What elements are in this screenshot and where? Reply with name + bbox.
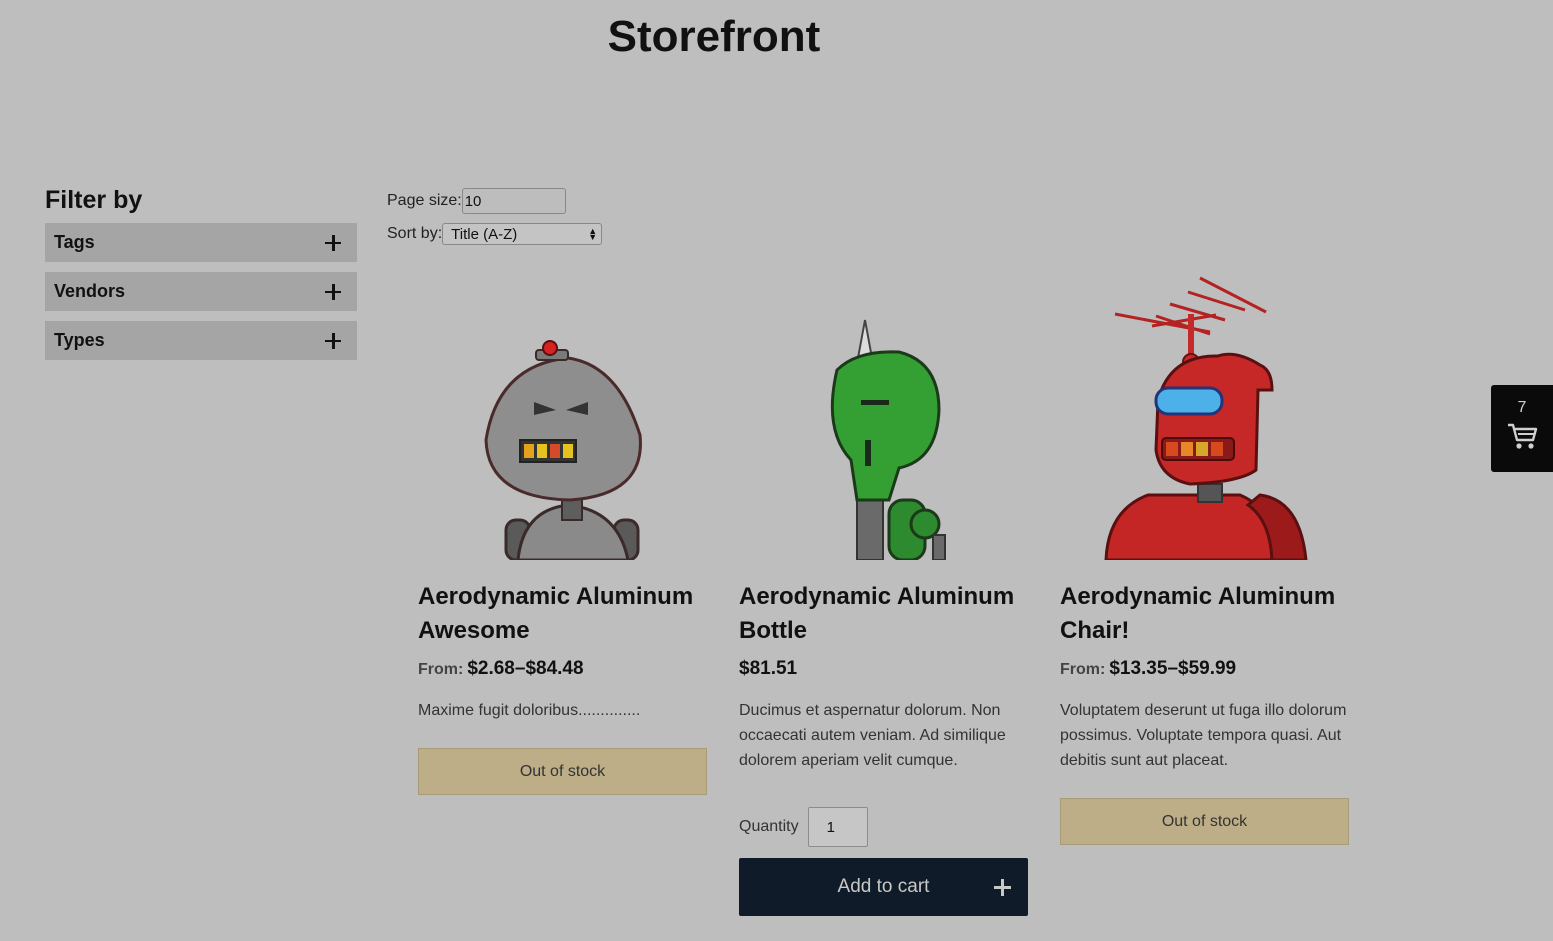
product-price: $81.51 — [739, 658, 1029, 680]
updown-arrows-icon: ▲ ▼ — [588, 226, 598, 242]
cart-icon — [1506, 421, 1538, 456]
product-card: Aerodynamic Aluminum Bottle $81.51 Ducim… — [739, 270, 1029, 916]
filter-sidebar: Filter by Tags Vendors Types — [45, 186, 357, 370]
filter-label: Types — [54, 330, 105, 350]
plus-icon — [994, 879, 1011, 896]
plus-icon — [325, 332, 341, 349]
sort-selected-value: Title (A-Z) — [451, 225, 518, 243]
page-title: Storefront — [607, 12, 821, 61]
page-size-row: Page size: — [387, 188, 602, 214]
quantity-input[interactable] — [807, 807, 868, 847]
filter-label: Vendors — [54, 281, 126, 301]
plus-icon — [325, 283, 341, 300]
plus-icon — [325, 234, 341, 251]
product-price: From: $13.35–$59.99 — [1060, 658, 1350, 680]
out-of-stock-button[interactable]: Out of stock — [418, 748, 707, 795]
red-robot-illustration — [1104, 276, 1308, 560]
product-description: Voluptatem deserunt ut fuga illo dolorum… — [1060, 702, 1347, 769]
product-card: Aerodynamic Aluminum Chair! From: $13.35–… — [1060, 270, 1350, 845]
sort-row: Sort by: Title (A-Z) ▲ ▼ — [387, 221, 603, 247]
price-prefix: From: — [1060, 661, 1106, 678]
page-size-input[interactable] — [461, 188, 566, 214]
page-size-label: Page size: — [387, 192, 462, 209]
product-price: From: $2.68–$84.48 — [418, 658, 708, 680]
product-image-red-robot[interactable] — [1060, 270, 1350, 560]
sort-select[interactable]: Title (A-Z) ▲ ▼ — [442, 223, 603, 245]
product-image-green-robot[interactable] — [739, 270, 1029, 560]
product-title[interactable]: Aerodynamic Aluminum Bottle — [739, 580, 1029, 648]
price-value: $2.68–$84.48 — [467, 658, 584, 679]
filter-group-vendors[interactable]: Vendors — [45, 272, 357, 311]
cart-count-badge: 7 — [1517, 399, 1527, 416]
filter-group-types[interactable]: Types — [45, 321, 357, 360]
filter-group-tags[interactable]: Tags — [45, 223, 357, 262]
price-value: $13.35–$59.99 — [1109, 658, 1237, 679]
product-description: Maxime fugit doloribus.............. — [418, 702, 641, 719]
sort-label: Sort by: — [387, 225, 443, 242]
add-to-cart-button[interactable]: Add to cart — [739, 858, 1028, 916]
cart-widget[interactable]: 7 — [1491, 385, 1553, 472]
filter-heading: Filter by — [45, 186, 143, 214]
quantity-row: Quantity — [739, 807, 1029, 847]
quantity-label: Quantity — [739, 818, 799, 835]
filter-label: Tags — [54, 232, 95, 252]
product-title[interactable]: Aerodynamic Aluminum Chair! — [1060, 580, 1350, 648]
product-card: Aerodynamic Aluminum Awesome From: $2.68–… — [418, 270, 708, 795]
gray-robot-illustration — [484, 340, 642, 560]
listing-controls: Page size: Sort by: Title (A-Z) ▲▼ — [387, 188, 603, 254]
out-of-stock-button[interactable]: Out of stock — [1060, 798, 1349, 845]
product-description: Ducimus et aspernatur dolorum. Non occae… — [739, 702, 1006, 769]
green-robot-illustration — [830, 319, 946, 560]
price-prefix: From: — [418, 661, 464, 678]
product-title[interactable]: Aerodynamic Aluminum Awesome — [418, 580, 708, 648]
add-to-cart-label: Add to cart — [837, 876, 930, 897]
product-image-gray-robot[interactable] — [418, 270, 708, 560]
price-value: $81.51 — [739, 658, 798, 679]
